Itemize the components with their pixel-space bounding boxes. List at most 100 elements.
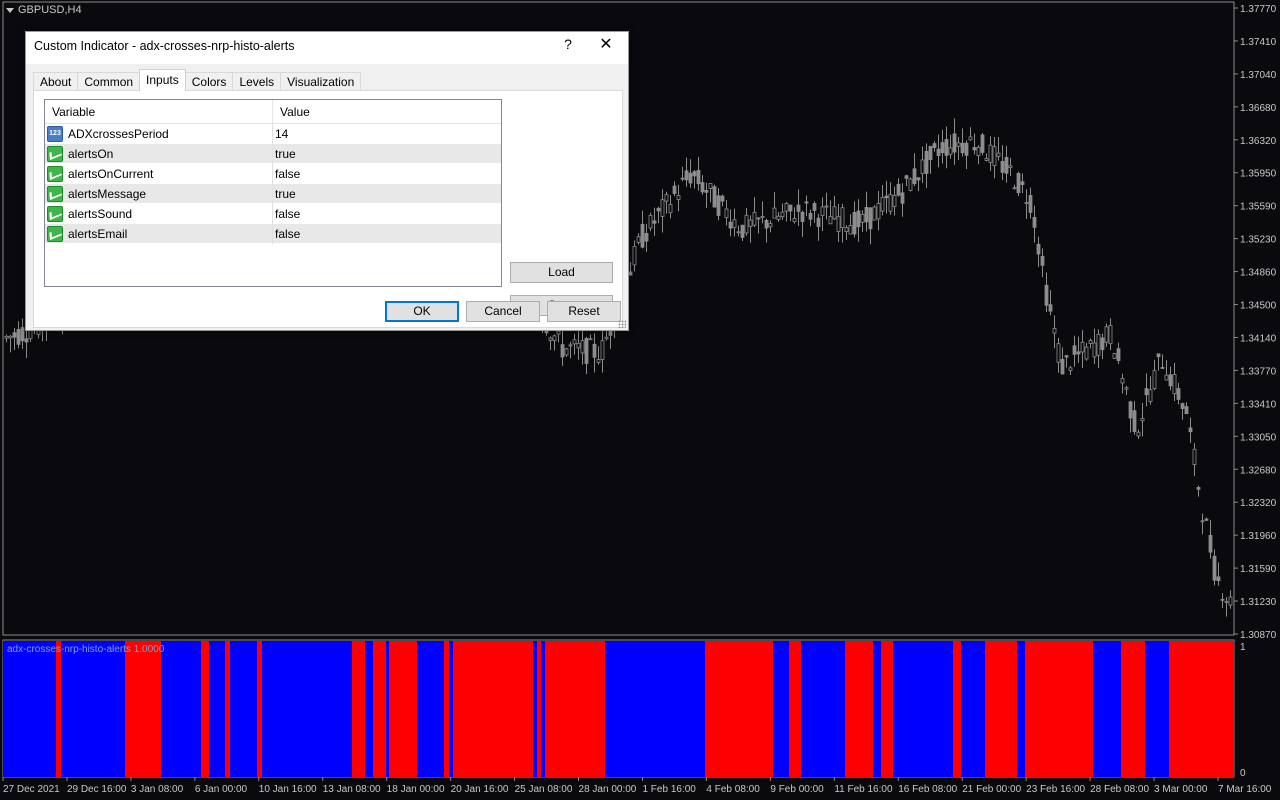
time-tick-label: 16 Feb 08:00 [898,784,957,795]
column-header-value[interactable]: Value [273,100,310,123]
price-tick-label: 1.37410 [1240,37,1277,48]
candle-body [700,182,705,193]
histogram-bar [1017,641,1025,777]
candle-body [996,152,1001,157]
candle-body [640,223,645,248]
candle-body [1056,343,1061,363]
candle-body [656,207,661,212]
candle-body [900,192,905,204]
histogram-bar [961,641,985,777]
tab-visualization[interactable]: Visualization [280,72,362,91]
candle-body [860,213,865,223]
candle-body [1076,351,1081,355]
custom-indicator-dialog[interactable]: Custom Indicator - adx-crosses-nrp-histo… [25,31,629,331]
histogram-bar [545,641,605,777]
histogram-bar [605,641,705,777]
candle-body [572,339,577,345]
integer-type-icon: 123 [47,125,63,142]
candle-body [736,231,741,234]
variable-value[interactable]: true [273,187,296,201]
reset-button[interactable]: Reset [547,301,621,322]
candle-body [1000,161,1005,173]
grid-row-alertssound[interactable]: alertsSound false [45,203,501,224]
help-icon[interactable]: ? [559,36,577,52]
time-tick-label: 4 Feb 08:00 [706,784,760,795]
candle-body [1032,217,1037,228]
grid-row-alertsemail[interactable]: alertsEmail false [45,223,501,244]
histogram-bar [417,641,444,777]
candle-body [1144,388,1149,396]
variable-value[interactable]: false [273,167,300,181]
chart-symbol-label: GBPUSD,H4 [6,4,82,16]
candle-body [672,185,677,195]
candle-body [896,183,901,196]
variable-name: alertsMessage [68,186,147,201]
candle-body [764,219,769,229]
histogram-bar [56,641,61,777]
candle-body [988,144,993,163]
candle-body [972,147,977,151]
variable-value[interactable]: 14 [273,127,288,141]
grid-row-alertsoncurrent[interactable]: alertsOnCurrent false [45,163,501,184]
column-header-variable[interactable]: Variable [45,100,273,123]
candle-body [756,217,761,220]
inputs-grid[interactable]: Variable Value 123 ADXcrossesPeriod 14 al… [44,99,502,287]
tab-common[interactable]: Common [77,72,141,91]
histogram-bar [373,641,386,777]
candle-body [564,348,569,356]
cancel-button[interactable]: Cancel [466,301,540,322]
candle-body [852,212,857,235]
boolean-type-icon [47,165,63,182]
candle-body [1016,173,1021,194]
candle-body [1160,367,1165,369]
inputs-panel: Variable Value 123 ADXcrossesPeriod 14 al… [33,90,623,328]
candle-body [1020,181,1025,185]
time-tick-label: 28 Jan 00:00 [579,784,637,795]
candle-body [976,146,981,157]
time-tick-label: 9 Feb 00:00 [770,784,824,795]
tab-colors[interactable]: Colors [184,72,234,91]
variable-cell: alertsEmail [45,223,273,244]
candle-body [856,210,861,228]
price-tick-label: 1.35950 [1240,169,1277,180]
histogram-bar [873,641,881,777]
load-button[interactable]: Load [510,262,613,283]
variable-cell: alertsOnCurrent [45,163,273,184]
candle-body [1060,358,1065,375]
histogram-bar [389,641,417,777]
candle-body [848,225,853,235]
grid-row-alertsmessage[interactable]: alertsMessage true [45,183,501,204]
histogram-bar [533,641,537,777]
histogram-bar [230,641,257,777]
tab-levels[interactable]: Levels [232,72,282,91]
variable-name: alertsOnCurrent [68,166,154,181]
candle-body [684,170,689,181]
candle-body [632,246,637,266]
histogram-bar [352,641,365,777]
resize-grip-icon[interactable] [618,320,626,328]
histogram-bar [125,641,161,777]
candle-body [748,219,753,227]
candle-body [1128,401,1133,419]
candle-body [1064,355,1069,358]
candle-body [1132,410,1137,432]
grid-row-adxcrossesperiod[interactable]: 123 ADXcrossesPeriod 14 [45,123,501,144]
variable-value[interactable]: false [273,227,300,241]
grid-row-alertson[interactable]: alertsOn true [45,143,501,164]
candle-body [928,145,933,161]
price-tick-label: 1.31960 [1240,531,1277,542]
ok-button[interactable]: OK [385,301,459,322]
variable-value[interactable]: true [273,147,296,161]
variable-value[interactable]: false [273,207,300,221]
boolean-type-icon [47,225,63,242]
histogram-bar [453,641,533,777]
candle-body [824,205,829,208]
tab-inputs[interactable]: Inputs [139,69,186,91]
tab-about[interactable]: About [33,72,79,91]
time-tick-label: 27 Dec 2021 [3,784,60,795]
time-tick-label: 1 Feb 16:00 [642,784,696,795]
menu-triangle-icon[interactable] [6,7,14,13]
price-tick-label: 1.36680 [1240,103,1277,114]
candle-body [588,338,593,341]
close-icon[interactable]: ✕ [594,34,618,56]
